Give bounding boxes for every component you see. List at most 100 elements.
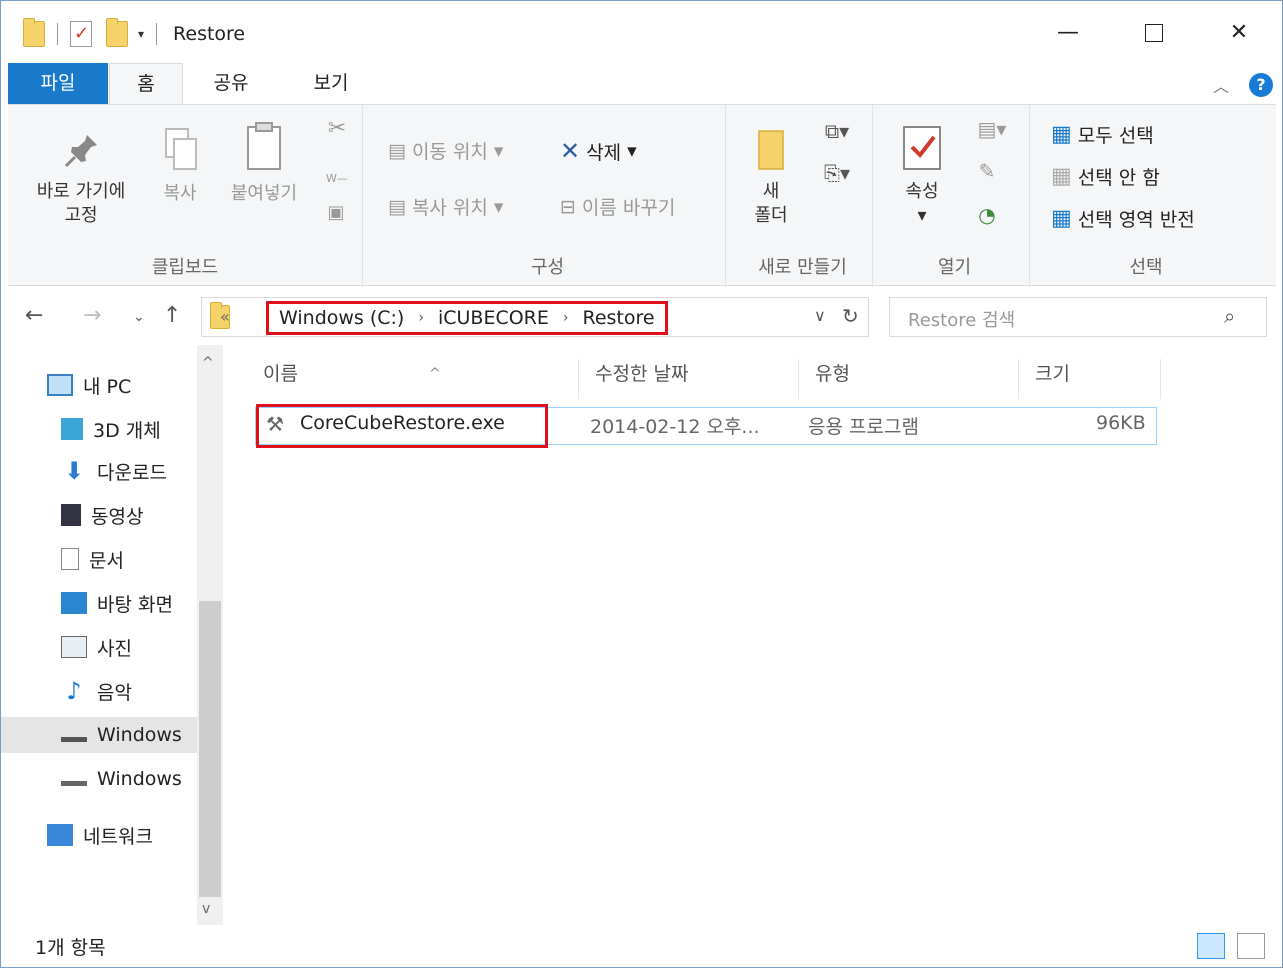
- tab-file[interactable]: 파일: [8, 63, 108, 105]
- quick-access-toolbar: ▾ Restore: [23, 18, 246, 49]
- breadcrumb: Windows (C:) › iCUBECORE › Restore: [266, 301, 668, 335]
- properties-icon[interactable]: [70, 21, 92, 47]
- folder-icon: [23, 18, 45, 47]
- navigation-pane: 내 PC 3D 개체 ⬇ 다운로드 동영상 문서 바탕 화면 사진 ♪ 음악 W…: [1, 345, 223, 925]
- picture-icon: [61, 636, 87, 658]
- column-header-modified[interactable]: 수정한 날짜: [579, 359, 799, 399]
- download-arrow-icon: ⬇: [63, 457, 85, 485]
- invert-selection-icon: ▦: [1051, 206, 1072, 231]
- select-group: ▦ 모두 선택 ▦ 선택 안 함 ▦ 선택 영역 반전 선택: [1051, 121, 1195, 278]
- cube-icon: [61, 418, 83, 440]
- title-bar: ▾ Restore — ✕: [1, 1, 1282, 63]
- document-icon: [61, 548, 79, 570]
- help-icon[interactable]: ?: [1249, 73, 1273, 97]
- pin-quick-access-button[interactable]: 바로 가기에 고정: [18, 129, 144, 228]
- forward-arrow-icon[interactable]: →: [83, 303, 101, 328]
- scroll-down-icon[interactable]: v: [202, 901, 210, 917]
- customize-toolbar-chevron-icon[interactable]: ▾: [138, 27, 144, 41]
- chevron-right-icon[interactable]: ›: [418, 310, 424, 326]
- nav-item-3d-objects[interactable]: 3D 개체: [61, 411, 161, 447]
- select-all-button[interactable]: ▦ 모두 선택: [1051, 121, 1154, 148]
- breadcrumb-item[interactable]: Windows (C:): [279, 307, 404, 329]
- navigation-bar: ← → ⌄ ↑ « Windows (C:) › iCUBECORE › Res…: [1, 289, 1282, 345]
- maximize-icon: [1145, 24, 1163, 42]
- details-view-icon[interactable]: [1197, 933, 1225, 959]
- invert-selection-button[interactable]: ▦ 선택 영역 반전: [1051, 205, 1195, 232]
- monitor-icon: [47, 374, 73, 396]
- nav-pane-scrollbar[interactable]: ^ v: [197, 345, 223, 925]
- copy-button[interactable]: 복사: [154, 125, 206, 206]
- column-header-name[interactable]: ^ 이름: [247, 359, 579, 399]
- file-list: ^ 이름 수정한 날짜 유형 크기 ⚒ CoreCubeRestore.exe …: [223, 345, 1283, 925]
- status-bar: 1개 항목: [1, 925, 1282, 968]
- cut-icon[interactable]: ✂: [324, 117, 350, 141]
- open-group: 속성 ▾ ▤▾ ✎ ◔ 열기: [880, 105, 1030, 287]
- breadcrumb-item[interactable]: Restore: [583, 307, 655, 329]
- desktop-icon: [61, 592, 87, 614]
- close-button[interactable]: ✕: [1214, 15, 1264, 51]
- explorer-window: ▾ Restore — ✕ 파일 홈 공유 보기 ︿ ? 바로 가기에 고정 복…: [0, 0, 1283, 968]
- nav-item-windows-drive[interactable]: Windows: [1, 717, 197, 753]
- address-bar[interactable]: « Windows (C:) › iCUBECORE › Restore ∨ ↻: [201, 297, 869, 337]
- properties-icon: [903, 126, 941, 170]
- column-header-type[interactable]: 유형: [799, 359, 1019, 399]
- column-header-size[interactable]: 크기: [1019, 359, 1161, 399]
- scroll-up-icon[interactable]: ^: [202, 355, 214, 371]
- tab-view[interactable]: 보기: [291, 63, 371, 105]
- rename-button[interactable]: ⊟ 이름 바꾸기: [560, 193, 675, 220]
- organize-group: ▤ 이동 위치 ▾ ▤ 복사 위치 ▾ ✕ 삭제 ▾ ⊟ 이름 바꾸기 구성: [370, 105, 726, 287]
- recent-locations-chevron-icon[interactable]: ⌄: [133, 309, 145, 325]
- delete-button[interactable]: ✕ 삭제 ▾: [560, 137, 637, 165]
- tab-share[interactable]: 공유: [191, 63, 271, 105]
- tab-home[interactable]: 홈: [109, 63, 183, 105]
- refresh-icon[interactable]: ↻: [842, 304, 859, 328]
- back-arrow-icon[interactable]: ←: [25, 303, 43, 328]
- table-row[interactable]: ⚒ CoreCubeRestore.exe 2014-02-12 오후... 응…: [255, 404, 1157, 448]
- new-folder-button[interactable]: 새 폴더: [743, 125, 799, 228]
- up-arrow-icon[interactable]: ↑: [163, 303, 181, 328]
- move-to-button[interactable]: ▤ 이동 위치 ▾: [388, 137, 503, 164]
- new-folder-icon: [758, 130, 784, 170]
- properties-button[interactable]: 속성 ▾: [892, 123, 952, 228]
- ribbon: 바로 가기에 고정 복사 붙여넣기 ✂ W— ▣ 클립보드 ▤ 이동 위치▾: [8, 104, 1276, 287]
- collapse-ribbon-chevron-icon[interactable]: ︿: [1213, 73, 1229, 97]
- search-input[interactable]: Restore 검색: [908, 306, 1015, 332]
- nav-item-network[interactable]: 네트워크: [47, 817, 153, 853]
- paste-button[interactable]: 붙여넣기: [216, 119, 312, 206]
- easy-access-icon[interactable]: ⎘▾: [817, 161, 857, 185]
- open-icon[interactable]: ▤▾: [972, 117, 1012, 141]
- scrollbar-thumb[interactable]: [199, 601, 221, 897]
- breadcrumb-item[interactable]: iCUBECORE: [438, 307, 549, 329]
- address-dropdown-chevron-icon[interactable]: ∨: [814, 306, 826, 325]
- select-none-button[interactable]: ▦ 선택 안 함: [1051, 163, 1160, 190]
- file-name[interactable]: CoreCubeRestore.exe: [300, 412, 505, 434]
- network-icon: [47, 824, 73, 846]
- nav-item-downloads[interactable]: ⬇ 다운로드: [61, 453, 167, 489]
- nav-item-desktop[interactable]: 바탕 화면: [61, 585, 173, 621]
- new-group: 새 폴더 ⧉▾ ⎘▾ 새로 만들기: [733, 105, 873, 287]
- large-icons-view-icon[interactable]: [1237, 933, 1265, 959]
- maximize-button[interactable]: [1129, 15, 1179, 51]
- nav-item-music[interactable]: ♪ 음악: [61, 673, 132, 709]
- new-item-icon[interactable]: ⧉▾: [817, 119, 857, 143]
- chevron-right-icon[interactable]: ›: [563, 310, 569, 326]
- copy-to-icon: ▤: [388, 195, 406, 218]
- nav-item-documents[interactable]: 문서: [61, 541, 124, 577]
- window-title: Restore: [173, 23, 246, 45]
- history-icon[interactable]: ◔: [972, 203, 1002, 227]
- nav-item-this-pc[interactable]: 내 PC: [47, 367, 131, 403]
- search-box[interactable]: Restore 검색 ⌕: [889, 297, 1267, 337]
- nav-item-pictures[interactable]: 사진: [61, 629, 132, 665]
- paste-shortcut-icon[interactable]: ▣: [324, 201, 348, 225]
- search-icon[interactable]: ⌕: [1224, 304, 1235, 328]
- nav-item-videos[interactable]: 동영상: [61, 497, 143, 533]
- address-overflow[interactable]: «: [220, 307, 230, 326]
- copy-path-icon[interactable]: W—: [322, 167, 352, 191]
- nav-item-windows-drive-2[interactable]: Windows: [61, 761, 182, 797]
- minimize-button[interactable]: —: [1043, 15, 1093, 51]
- new-folder-icon[interactable]: [106, 18, 128, 47]
- select-all-icon: ▦: [1051, 122, 1072, 147]
- edit-icon[interactable]: ✎: [972, 159, 1002, 183]
- music-note-icon: ♪: [66, 677, 82, 705]
- copy-to-button[interactable]: ▤ 복사 위치 ▾: [388, 193, 503, 220]
